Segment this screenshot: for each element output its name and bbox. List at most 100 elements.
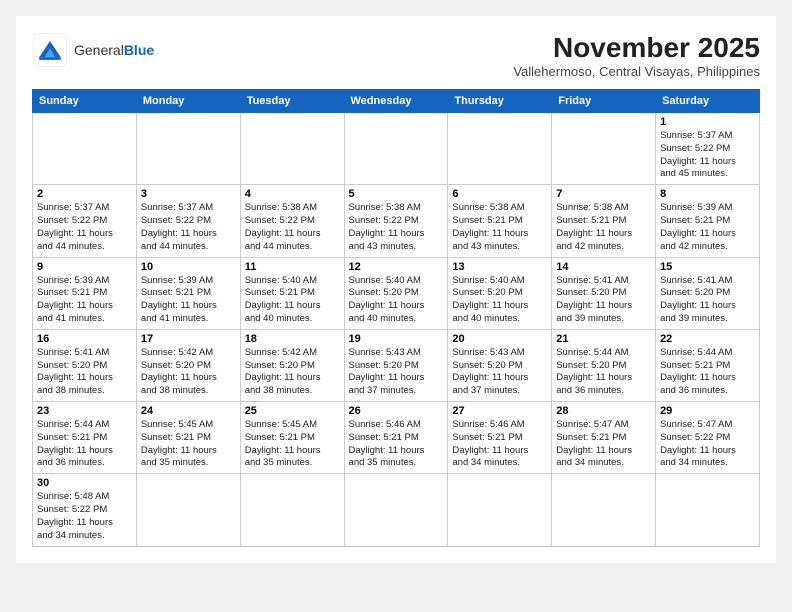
calendar-week-row: 1 Sunrise: 5:37 AM Sunset: 5:22 PM Daylig… [33, 113, 760, 185]
calendar-cell: 24 Sunrise: 5:45 AM Sunset: 5:21 PM Dayli… [136, 402, 240, 474]
day-number: 30 [37, 477, 132, 489]
day-info: Sunrise: 5:44 AM Sunset: 5:21 PM Dayligh… [660, 347, 755, 398]
generalblue-logo-icon [32, 32, 68, 68]
logo-general: General [74, 42, 124, 58]
calendar-week-row: 30 Sunrise: 5:48 AM Sunset: 5:22 PM Dayli… [33, 474, 760, 546]
calendar-cell: 15Sunrise: 5:41 AM Sunset: 5:20 PM Dayli… [656, 257, 760, 329]
calendar-cell [136, 113, 240, 185]
day-number: 17 [141, 333, 236, 345]
day-number: 16 [37, 333, 132, 345]
day-number: 3 [141, 188, 236, 200]
day-info: Sunrise: 5:39 AM Sunset: 5:21 PM Dayligh… [141, 275, 236, 326]
logo-text: GeneralBlue [74, 42, 154, 59]
day-info: Sunrise: 5:46 AM Sunset: 5:21 PM Dayligh… [349, 419, 444, 470]
day-info: Sunrise: 5:47 AM Sunset: 5:21 PM Dayligh… [556, 419, 651, 470]
title-area: November 2025 Vallehermoso, Central Visa… [513, 32, 760, 79]
calendar-cell: 4 Sunrise: 5:38 AM Sunset: 5:22 PM Daylig… [240, 185, 344, 257]
day-info: Sunrise: 5:42 AM Sunset: 5:20 PM Dayligh… [141, 347, 236, 398]
calendar-body: 1 Sunrise: 5:37 AM Sunset: 5:22 PM Daylig… [33, 113, 760, 547]
day-info: Sunrise: 5:41 AM Sunset: 5:20 PM Dayligh… [556, 275, 651, 326]
calendar-cell [448, 474, 552, 546]
day-info: Sunrise: 5:40 AM Sunset: 5:20 PM Dayligh… [349, 275, 444, 326]
calendar-cell: 18Sunrise: 5:42 AM Sunset: 5:20 PM Dayli… [240, 329, 344, 401]
calendar-cell: 30 Sunrise: 5:48 AM Sunset: 5:22 PM Dayli… [33, 474, 137, 546]
calendar-cell: 26Sunrise: 5:46 AM Sunset: 5:21 PM Dayli… [344, 402, 448, 474]
calendar-cell: 27 Sunrise: 5:46 AM Sunset: 5:21 PM Dayli… [448, 402, 552, 474]
day-number: 14 [556, 261, 651, 273]
day-info: Sunrise: 5:44 AM Sunset: 5:20 PM Dayligh… [556, 347, 651, 398]
calendar-cell: 20Sunrise: 5:43 AM Sunset: 5:20 PM Dayli… [448, 329, 552, 401]
weekday-header-thursday: Thursday [448, 90, 552, 113]
day-number: 6 [452, 188, 547, 200]
day-number: 1 [660, 116, 755, 128]
calendar-cell [344, 474, 448, 546]
day-number: 18 [245, 333, 340, 345]
day-info: Sunrise: 5:39 AM Sunset: 5:21 PM Dayligh… [37, 275, 132, 326]
day-info: Sunrise: 5:38 AM Sunset: 5:22 PM Dayligh… [245, 202, 340, 253]
day-info: Sunrise: 5:48 AM Sunset: 5:22 PM Dayligh… [37, 491, 132, 542]
calendar-cell [240, 474, 344, 546]
calendar-table: SundayMondayTuesdayWednesdayThursdayFrid… [32, 89, 760, 547]
day-info: Sunrise: 5:45 AM Sunset: 5:21 PM Dayligh… [245, 419, 340, 470]
calendar-cell: 2 Sunrise: 5:37 AM Sunset: 5:22 PM Daylig… [33, 185, 137, 257]
weekday-header-wednesday: Wednesday [344, 90, 448, 113]
day-number: 15 [660, 261, 755, 273]
calendar-cell [136, 474, 240, 546]
logo-blue: Blue [124, 42, 154, 58]
day-number: 21 [556, 333, 651, 345]
day-info: Sunrise: 5:40 AM Sunset: 5:21 PM Dayligh… [245, 275, 340, 326]
calendar-cell: 23 Sunrise: 5:44 AM Sunset: 5:21 PM Dayli… [33, 402, 137, 474]
calendar-cell: 3 Sunrise: 5:37 AM Sunset: 5:22 PM Daylig… [136, 185, 240, 257]
calendar-cell: 21 Sunrise: 5:44 AM Sunset: 5:20 PM Dayli… [552, 329, 656, 401]
calendar-cell: 10Sunrise: 5:39 AM Sunset: 5:21 PM Dayli… [136, 257, 240, 329]
calendar-week-row: 2 Sunrise: 5:37 AM Sunset: 5:22 PM Daylig… [33, 185, 760, 257]
day-number: 4 [245, 188, 340, 200]
day-info: Sunrise: 5:37 AM Sunset: 5:22 PM Dayligh… [141, 202, 236, 253]
day-number: 24 [141, 405, 236, 417]
weekday-header-sunday: Sunday [33, 90, 137, 113]
day-info: Sunrise: 5:40 AM Sunset: 5:20 PM Dayligh… [452, 275, 547, 326]
day-info: Sunrise: 5:46 AM Sunset: 5:21 PM Dayligh… [452, 419, 547, 470]
calendar-cell: 7 Sunrise: 5:38 AM Sunset: 5:21 PM Daylig… [552, 185, 656, 257]
day-number: 27 [452, 405, 547, 417]
day-number: 2 [37, 188, 132, 200]
calendar-cell [240, 113, 344, 185]
day-info: Sunrise: 5:37 AM Sunset: 5:22 PM Dayligh… [37, 202, 132, 253]
day-info: Sunrise: 5:45 AM Sunset: 5:21 PM Dayligh… [141, 419, 236, 470]
calendar-cell: 17 Sunrise: 5:42 AM Sunset: 5:20 PM Dayli… [136, 329, 240, 401]
location: Vallehermoso, Central Visayas, Philippin… [513, 64, 760, 79]
day-number: 8 [660, 188, 755, 200]
day-info: Sunrise: 5:39 AM Sunset: 5:21 PM Dayligh… [660, 202, 755, 253]
calendar-cell: 25Sunrise: 5:45 AM Sunset: 5:21 PM Dayli… [240, 402, 344, 474]
day-info: Sunrise: 5:41 AM Sunset: 5:20 PM Dayligh… [37, 347, 132, 398]
weekday-header-tuesday: Tuesday [240, 90, 344, 113]
calendar-cell: 14 Sunrise: 5:41 AM Sunset: 5:20 PM Dayli… [552, 257, 656, 329]
day-info: Sunrise: 5:44 AM Sunset: 5:21 PM Dayligh… [37, 419, 132, 470]
calendar-cell [33, 113, 137, 185]
calendar-cell: 1 Sunrise: 5:37 AM Sunset: 5:22 PM Daylig… [656, 113, 760, 185]
day-number: 9 [37, 261, 132, 273]
day-info: Sunrise: 5:38 AM Sunset: 5:22 PM Dayligh… [349, 202, 444, 253]
day-info: Sunrise: 5:38 AM Sunset: 5:21 PM Dayligh… [452, 202, 547, 253]
weekday-header-row: SundayMondayTuesdayWednesdayThursdayFrid… [33, 90, 760, 113]
calendar-cell [552, 113, 656, 185]
calendar-cell: 22Sunrise: 5:44 AM Sunset: 5:21 PM Dayli… [656, 329, 760, 401]
day-number: 28 [556, 405, 651, 417]
calendar-cell: 5Sunrise: 5:38 AM Sunset: 5:22 PM Daylig… [344, 185, 448, 257]
logo: GeneralBlue [32, 32, 154, 68]
calendar-cell: 12 Sunrise: 5:40 AM Sunset: 5:20 PM Dayli… [344, 257, 448, 329]
day-number: 7 [556, 188, 651, 200]
day-info: Sunrise: 5:43 AM Sunset: 5:20 PM Dayligh… [349, 347, 444, 398]
day-number: 12 [349, 261, 444, 273]
calendar-cell: 19Sunrise: 5:43 AM Sunset: 5:20 PM Dayli… [344, 329, 448, 401]
day-number: 11 [245, 261, 340, 273]
day-info: Sunrise: 5:37 AM Sunset: 5:22 PM Dayligh… [660, 130, 755, 181]
header: GeneralBlue November 2025 Vallehermoso, … [32, 32, 760, 79]
day-number: 13 [452, 261, 547, 273]
day-info: Sunrise: 5:38 AM Sunset: 5:21 PM Dayligh… [556, 202, 651, 253]
day-number: 23 [37, 405, 132, 417]
calendar-cell [656, 474, 760, 546]
calendar-cell: 29Sunrise: 5:47 AM Sunset: 5:22 PM Dayli… [656, 402, 760, 474]
calendar-cell: 11 Sunrise: 5:40 AM Sunset: 5:21 PM Dayli… [240, 257, 344, 329]
calendar-header: SundayMondayTuesdayWednesdayThursdayFrid… [33, 90, 760, 113]
